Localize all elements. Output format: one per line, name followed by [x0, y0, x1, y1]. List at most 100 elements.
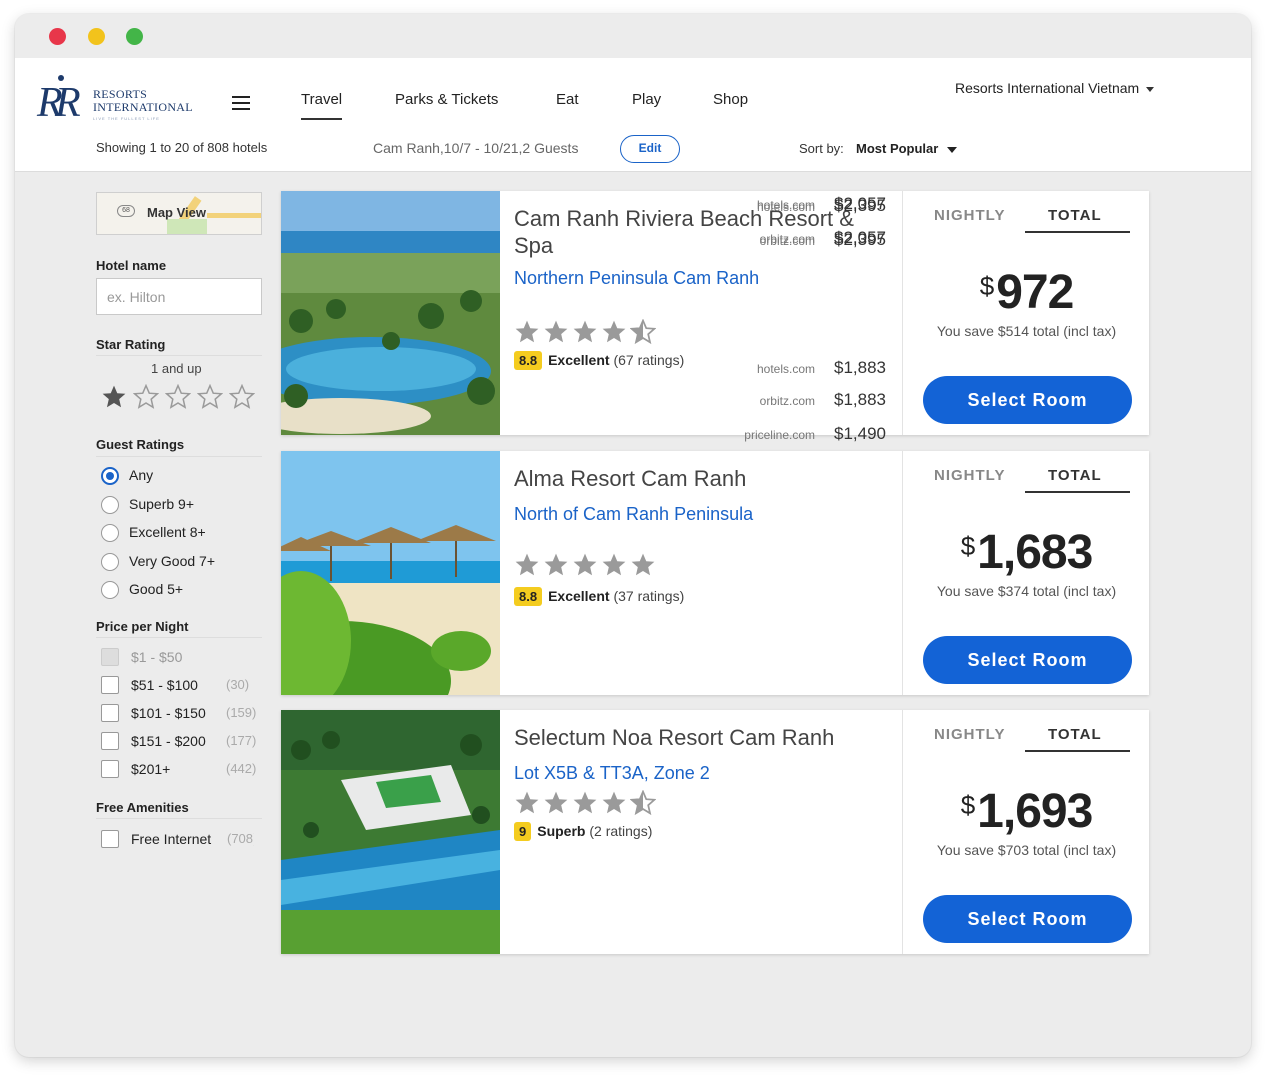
- minimize-window-button[interactable]: [88, 28, 105, 45]
- select-room-button[interactable]: Select Room: [923, 636, 1132, 684]
- star-icon: [629, 789, 657, 816]
- menu-icon[interactable]: [232, 96, 250, 110]
- checkbox[interactable]: [101, 676, 119, 694]
- provider-price[interactable]: $1,883: [806, 358, 886, 378]
- score-badge: 8.8: [514, 587, 543, 606]
- hotel-photo[interactable]: [281, 710, 500, 954]
- savings-text: You save $703 total (incl tax): [936, 842, 1117, 858]
- hotel-name[interactable]: Selectum Noa Resort Cam Ranh: [514, 724, 894, 751]
- provider-site[interactable]: orbitz.com: [695, 394, 815, 408]
- svg-text:R: R: [54, 80, 81, 124]
- star-filter-5-icon[interactable]: [228, 383, 256, 410]
- title-bar: [15, 14, 1251, 58]
- map-badge-icon: 68: [117, 205, 135, 217]
- radio-button[interactable]: [101, 552, 119, 571]
- hotel-location[interactable]: North of Cam Ranh Peninsula: [514, 503, 774, 526]
- active-tab-indicator: [1025, 231, 1130, 233]
- price-panel: NIGHTLY TOTAL $1,683 You save $374 total (i…: [902, 451, 1149, 695]
- nav-parks-tickets[interactable]: Parks & Tickets: [395, 91, 498, 108]
- select-room-button[interactable]: Select Room: [923, 376, 1132, 424]
- tab-nightly[interactable]: NIGHTLY: [934, 726, 1005, 743]
- resorts-international-logo-icon: R R: [36, 75, 81, 124]
- select-room-button[interactable]: Select Room: [923, 895, 1132, 943]
- tab-nightly[interactable]: NIGHTLY: [934, 467, 1005, 484]
- radio-button[interactable]: [101, 495, 119, 514]
- tab-total[interactable]: TOTAL: [1048, 207, 1102, 224]
- radio-button[interactable]: [101, 581, 119, 599]
- star-icon: [515, 553, 539, 576]
- star-filter-1-icon[interactable]: [101, 384, 127, 410]
- region-label: Resorts International Vietnam: [955, 80, 1140, 96]
- radio-button[interactable]: [101, 524, 119, 542]
- star-icon: [602, 320, 626, 343]
- hotel-location[interactable]: Northern Peninsula Cam Ranh: [514, 267, 774, 290]
- tab-total[interactable]: TOTAL: [1048, 726, 1102, 743]
- hotel-photo[interactable]: [281, 451, 500, 695]
- hotel-name-title: Hotel name: [96, 258, 167, 273]
- hotel-card: Cam Ranh Riviera Beach Resort & Spa North…: [281, 191, 1149, 443]
- search-summary: Cam Ranh,10/7 - 10/21,2 Guests: [373, 140, 579, 156]
- close-window-button[interactable]: [49, 28, 66, 45]
- price-filter-title: Price per Night: [96, 619, 189, 634]
- hotel-card: Alma Resort Cam Ranh North of Cam Ranh Pe…: [281, 194, 1149, 695]
- hotel-star-rating: [514, 789, 659, 816]
- site-header: R R RESORTS INTERNATIONAL LIVE THE FULLE…: [15, 58, 1251, 172]
- brand-logo[interactable]: R R RESORTS INTERNATIONAL LIVE THE FULLE…: [35, 72, 195, 124]
- brand-name-line2: INTERNATIONAL: [93, 100, 193, 114]
- star-filter-3-icon[interactable]: [164, 383, 192, 410]
- score-word: Excellent: [548, 352, 610, 368]
- radio-button[interactable]: [101, 467, 119, 485]
- star-icon: [602, 553, 626, 576]
- nav-shop[interactable]: Shop: [713, 91, 748, 108]
- checkbox: [101, 648, 119, 666]
- provider-price[interactable]: $1,490: [806, 424, 886, 444]
- region-selector[interactable]: Resorts International Vietnam: [955, 80, 1155, 96]
- guest-rating-label: Superb 9+: [129, 495, 194, 512]
- provider-price[interactable]: $2,395: [806, 196, 886, 216]
- checkbox[interactable]: [101, 830, 119, 848]
- price-option-count: (442): [226, 761, 257, 776]
- maximize-window-button[interactable]: [126, 28, 143, 45]
- checkbox[interactable]: [101, 704, 119, 722]
- price-amount: 1,693: [977, 785, 1093, 838]
- provider-site[interactable]: orbitz.com: [695, 234, 815, 248]
- provider-price[interactable]: $2,395: [806, 230, 886, 250]
- hotel-photo[interactable]: [281, 191, 500, 435]
- star-filter-2-icon[interactable]: [132, 383, 160, 410]
- guest-rating-label: Very Good 7+: [129, 552, 216, 569]
- map-view-button[interactable]: 68 Map View: [96, 192, 262, 235]
- sort-dropdown[interactable]: Most Popular: [856, 141, 958, 156]
- star-filter-4-icon[interactable]: [196, 383, 224, 410]
- nav-travel[interactable]: Travel: [301, 91, 343, 120]
- provider-site[interactable]: priceline.com: [695, 428, 815, 442]
- score-badge: 9: [514, 822, 532, 841]
- nav-eat[interactable]: Eat: [556, 91, 579, 108]
- map-view-label: Map View: [147, 205, 207, 220]
- provider-site[interactable]: hotels.com: [695, 362, 815, 376]
- edit-search-button[interactable]: Edit: [620, 135, 680, 163]
- provider-price[interactable]: $1,883: [806, 390, 886, 410]
- star-icon: [631, 553, 655, 576]
- amenities-title: Free Amenities: [96, 800, 189, 815]
- total-price: $1,693: [903, 784, 1150, 839]
- hotel-location[interactable]: Lot X5B & TT3A, Zone 2: [514, 762, 774, 785]
- tab-total[interactable]: TOTAL: [1048, 467, 1102, 484]
- star-icon: [515, 320, 539, 343]
- star-icon: [629, 318, 657, 345]
- tab-nightly[interactable]: NIGHTLY: [934, 207, 1005, 224]
- hotel-name[interactable]: Alma Resort Cam Ranh: [514, 465, 894, 492]
- price-option-label: $201+: [131, 761, 171, 777]
- savings-text: You save $514 total (incl tax): [936, 323, 1117, 339]
- star-icon: [573, 791, 597, 814]
- hotel-name-input[interactable]: [96, 278, 262, 315]
- ratings-count: (2 ratings): [589, 823, 653, 839]
- provider-site[interactable]: hotels.com: [695, 200, 815, 214]
- price-option-label: $1 - $50: [131, 649, 183, 665]
- checkbox[interactable]: [101, 732, 119, 750]
- savings-text: You save $374 total (incl tax): [936, 583, 1117, 599]
- nav-play[interactable]: Play: [632, 91, 661, 108]
- hotel-star-rating: [514, 318, 659, 345]
- guest-score: 8.8 Excellent (67 ratings): [514, 351, 684, 370]
- score-word: Excellent: [548, 588, 610, 604]
- checkbox[interactable]: [101, 760, 119, 778]
